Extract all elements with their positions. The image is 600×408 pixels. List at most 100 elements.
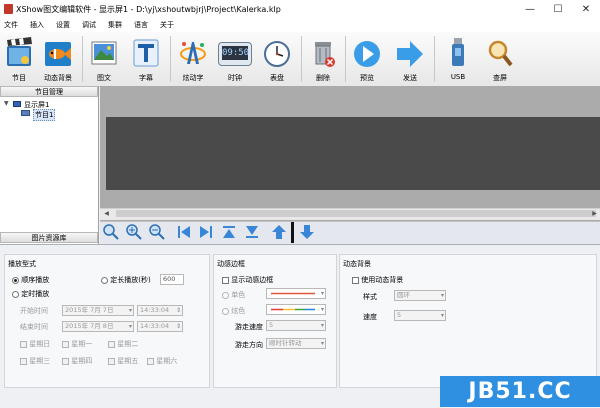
delete-button[interactable]: 删除	[305, 34, 341, 84]
tree-item-program[interactable]: 节目1	[33, 109, 56, 121]
move-bottom-icon[interactable]	[243, 223, 261, 241]
start-time-picker[interactable]: 14:33:04 ⇕	[137, 305, 183, 316]
led-screen-preview[interactable]	[106, 117, 600, 190]
image-text-button[interactable]: 图文	[86, 34, 122, 84]
scheduled-radio[interactable]	[12, 290, 19, 298]
app-icon	[4, 4, 13, 14]
weekday-sat[interactable]: 星期六	[147, 356, 177, 366]
checkbox[interactable]	[108, 340, 115, 348]
dial-button[interactable]: 表盘	[259, 34, 295, 84]
single-color-row[interactable]: 单色	[222, 290, 245, 300]
scroll-left-icon[interactable]: ◀	[101, 208, 112, 219]
scrollbar-thumb[interactable]	[116, 210, 596, 217]
animated-bg-button[interactable]: 动态背景	[40, 34, 76, 84]
chevron-down-icon: ▾	[128, 323, 132, 330]
bg-style-select[interactable]: 圆环 ▾	[394, 290, 446, 301]
menu-cluster[interactable]: 集群	[104, 18, 130, 32]
weekday-tue[interactable]: 星期二	[108, 339, 138, 349]
preview-label: 预览	[360, 74, 374, 82]
use-background-checkbox[interactable]	[352, 276, 359, 284]
single-color-label: 单色	[231, 291, 246, 299]
checkbox[interactable]	[147, 357, 154, 365]
toolbar-separator	[170, 36, 171, 82]
sequential-radio[interactable]	[12, 276, 19, 284]
checkbox[interactable]	[108, 357, 115, 365]
single-color-select[interactable]: ▾	[266, 288, 326, 299]
maximize-button[interactable]: ☐	[544, 0, 572, 18]
checkbox[interactable]	[62, 357, 69, 365]
end-time-picker[interactable]: 14:33:04 ⇕	[137, 321, 183, 332]
close-button[interactable]: ✕	[572, 0, 600, 18]
move-down-icon[interactable]	[298, 223, 316, 241]
window-title: XShow图文编辑软件 - 显示屏1 - D:\yj\xshoutwbjrj\P…	[16, 5, 281, 14]
scheduled-radio-row[interactable]: 定时播放	[12, 289, 49, 299]
timed-length-input[interactable]: 600	[160, 274, 184, 285]
monitor-icon	[13, 101, 21, 107]
subtitle-button[interactable]: 字幕	[128, 34, 164, 84]
fancy-text-label: 炫动字	[182, 74, 204, 82]
weekday-mon[interactable]: 星期一	[62, 339, 92, 349]
bg-style-label: 样式	[363, 293, 377, 301]
animated-background-title: 动态背景	[343, 260, 371, 268]
clock-button[interactable]: 09:50 时钟	[217, 34, 253, 84]
send-button[interactable]: 发送	[392, 34, 428, 84]
end-time-value: 14:33:04	[140, 322, 170, 330]
menu-debug[interactable]: 调试	[78, 18, 104, 32]
show-border-checkbox[interactable]	[222, 276, 229, 284]
menu-about[interactable]: 关于	[156, 18, 182, 32]
move-up-icon[interactable]	[270, 223, 288, 241]
zoom-fit-icon[interactable]	[102, 223, 120, 241]
zoom-in-icon[interactable]	[125, 223, 143, 241]
menu-insert[interactable]: 插入	[26, 18, 52, 32]
scroll-right-icon[interactable]: ▶	[589, 208, 600, 219]
toolbar: 节目 动态背景 图文 字幕 炫动字 09:50 时钟 表盘 删除 预览 发送 U…	[0, 32, 600, 87]
end-date-picker[interactable]: 2015年 7月 8日 ▾	[62, 321, 134, 332]
sequential-label: 顺序播放	[21, 276, 50, 284]
menu-settings[interactable]: 设置	[52, 18, 78, 32]
dial-label: 表盘	[270, 74, 284, 82]
weekday-thu[interactable]: 星期四	[62, 356, 92, 366]
chevron-down-icon: ▾	[440, 312, 444, 319]
timed-length-radio[interactable]	[101, 276, 108, 284]
menu-file[interactable]: 文件	[0, 18, 26, 32]
zoom-out-icon[interactable]	[148, 223, 166, 241]
weekday-fri[interactable]: 星期五	[108, 356, 138, 366]
start-date-picker[interactable]: 2015年 7月 7日 ▾	[62, 305, 134, 316]
single-color-radio[interactable]	[222, 291, 229, 299]
multi-color-radio[interactable]	[222, 307, 229, 315]
chevron-down-icon: ▾	[320, 340, 324, 347]
skip-first-icon[interactable]	[175, 223, 193, 241]
chevron-down-icon: ▾	[440, 292, 444, 299]
checkbox[interactable]	[62, 340, 69, 348]
trash-icon	[315, 42, 335, 67]
fancy-text-button[interactable]: 炫动字	[175, 34, 211, 84]
skip-last-icon[interactable]	[197, 223, 215, 241]
menu-language[interactable]: 语言	[130, 18, 156, 32]
weekday-wed[interactable]: 星期三	[20, 356, 50, 366]
search-screen-button[interactable]: 查屏	[482, 34, 518, 84]
end-date-value: 2015年 7月 8日	[65, 322, 114, 330]
checkbox[interactable]	[20, 340, 27, 348]
checkbox[interactable]	[20, 357, 27, 365]
toolbar-separator	[434, 36, 435, 82]
move-top-icon[interactable]	[220, 223, 238, 241]
sequential-radio-row[interactable]: 顺序播放	[12, 275, 49, 285]
timed-length-radio-row[interactable]: 定长播放(秒)	[101, 275, 151, 285]
image-library-tab[interactable]: 图片资源库	[0, 232, 98, 243]
multi-color-select[interactable]: ▾	[266, 304, 326, 315]
multi-color-row[interactable]: 炫色	[222, 306, 245, 316]
delete-label: 删除	[316, 74, 330, 82]
collapse-icon[interactable]: ▼	[4, 100, 9, 107]
program-button[interactable]: 节目	[1, 34, 37, 84]
preview-button[interactable]: 预览	[349, 34, 385, 84]
timed-length-label: 定长播放(秒)	[110, 276, 151, 284]
minimize-button[interactable]: —	[516, 0, 544, 18]
program-panel-header: 节目管理	[0, 86, 98, 97]
weekday-sun[interactable]: 星期日	[20, 339, 50, 349]
use-background-row[interactable]: 使用动态背景	[352, 275, 403, 285]
usb-button[interactable]: USB	[440, 34, 476, 84]
border-speed-select[interactable]: 5 ▾	[266, 320, 326, 331]
border-direction-select[interactable]: 顺时针转动 ▾	[266, 338, 326, 349]
show-border-row[interactable]: 显示动感边框	[222, 275, 273, 285]
bg-speed-select[interactable]: 5 ▾	[394, 310, 446, 321]
